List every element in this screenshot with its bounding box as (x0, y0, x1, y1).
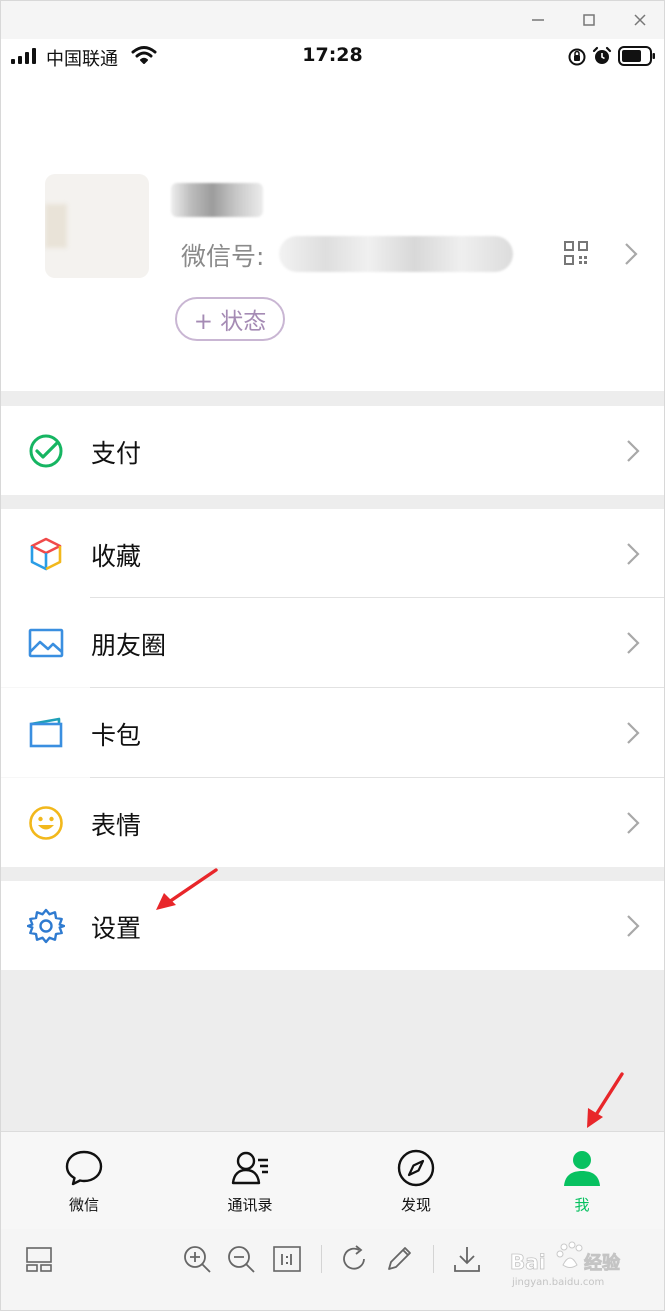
minimize-icon (532, 19, 544, 21)
menu-item-pay[interactable]: 支付 (1, 406, 664, 495)
chevron-right-icon (627, 543, 640, 565)
alarm-icon (592, 46, 612, 64)
chevron-right-icon (627, 812, 640, 834)
zoom-out-icon[interactable] (225, 1243, 257, 1275)
menu-label-settings: 设置 (91, 914, 142, 943)
gear-icon (27, 908, 65, 944)
tab-label-chats: 微信 (68, 1196, 99, 1214)
annotation-arrow-settings (156, 868, 218, 910)
menu-label-cards: 卡包 (91, 721, 142, 750)
window-title-bar (1, 1, 664, 39)
edit-pencil-icon[interactable] (383, 1243, 415, 1275)
chat-bubble-icon (65, 1150, 103, 1186)
moments-image-icon (28, 628, 64, 658)
chevron-right-icon (627, 915, 640, 937)
wechat-id-redacted (279, 236, 513, 272)
menu-label-pay: 支付 (91, 439, 142, 468)
annotation-arrow-me-tab (587, 1072, 624, 1128)
menu-label-moments: 朋友圈 (91, 631, 167, 660)
profile-chevron-right-icon (625, 243, 638, 265)
empty-area (1, 970, 664, 1131)
tab-label-contacts: 通讯录 (227, 1196, 273, 1214)
menu-label-favorites: 收藏 (91, 542, 142, 571)
contacts-icon (231, 1151, 268, 1185)
rotate-icon[interactable] (339, 1243, 371, 1275)
thumbnail-toggle-icon[interactable] (23, 1243, 55, 1275)
menu-item-settings[interactable]: 设置 (1, 881, 664, 970)
svg-text:经验: 经验 (584, 1252, 621, 1274)
image-viewer-toolbar: Bai 经验 jingyan.baidu.com (1, 1229, 664, 1310)
avatar[interactable] (45, 174, 149, 278)
tab-label-me: 我 (574, 1196, 590, 1214)
tab-label-discover: 发现 (400, 1196, 431, 1214)
baidu-jingyan-watermark: Bai 经验 jingyan.baidu.com (510, 1241, 621, 1288)
section-gap (1, 495, 664, 509)
wechat-id-label: 微信号: (181, 242, 265, 271)
svg-text:jingyan.baidu.com: jingyan.baidu.com (511, 1277, 604, 1288)
tab-chats[interactable]: 微信 (1, 1132, 167, 1230)
menu-item-cards[interactable]: 卡包 (1, 688, 664, 777)
person-icon (564, 1151, 600, 1186)
menu-item-moments[interactable]: 朋友圈 (1, 598, 664, 687)
close-button[interactable] (626, 7, 654, 33)
smiley-icon (29, 806, 63, 840)
compass-icon (397, 1149, 435, 1187)
battery-icon (618, 46, 655, 66)
svg-text:Bai: Bai (510, 1250, 546, 1274)
tab-discover[interactable]: 发现 (333, 1132, 499, 1230)
toolbar-divider (321, 1245, 322, 1273)
bottom-tab-bar: 微信 通讯录 发现 我 (1, 1131, 664, 1229)
rotation-lock-icon (568, 48, 586, 66)
chevron-right-icon (627, 632, 640, 654)
minimize-button[interactable] (524, 7, 552, 33)
phone-status-bar: 中国联通 17:28 (1, 39, 664, 73)
section-gap (1, 391, 664, 406)
favorites-cube-icon (30, 537, 62, 571)
actual-size-icon[interactable] (271, 1243, 303, 1275)
toolbar-divider (433, 1245, 434, 1273)
tab-me[interactable]: 我 (499, 1132, 665, 1230)
close-icon (634, 14, 646, 26)
zoom-in-icon[interactable] (181, 1243, 213, 1275)
menu-label-stickers: 表情 (91, 811, 142, 840)
menu-item-favorites[interactable]: 收藏 (1, 509, 664, 598)
qr-code-icon[interactable] (564, 241, 588, 265)
profile-section[interactable]: 微信号: + 状态 (1, 73, 664, 391)
maximize-button[interactable] (575, 7, 603, 33)
nickname-redacted (171, 183, 263, 217)
add-status-button[interactable]: + 状态 (175, 297, 285, 341)
pay-icon (29, 434, 63, 468)
status-time: 17:28 (302, 44, 363, 66)
tab-contacts[interactable]: 通讯录 (167, 1132, 333, 1230)
card-wallet-icon (29, 717, 63, 748)
maximize-icon (583, 14, 595, 26)
download-icon[interactable] (451, 1243, 483, 1275)
section-gap (1, 867, 664, 881)
menu-item-stickers[interactable]: 表情 (1, 778, 664, 867)
chevron-right-icon (627, 722, 640, 744)
chevron-right-icon (627, 440, 640, 462)
